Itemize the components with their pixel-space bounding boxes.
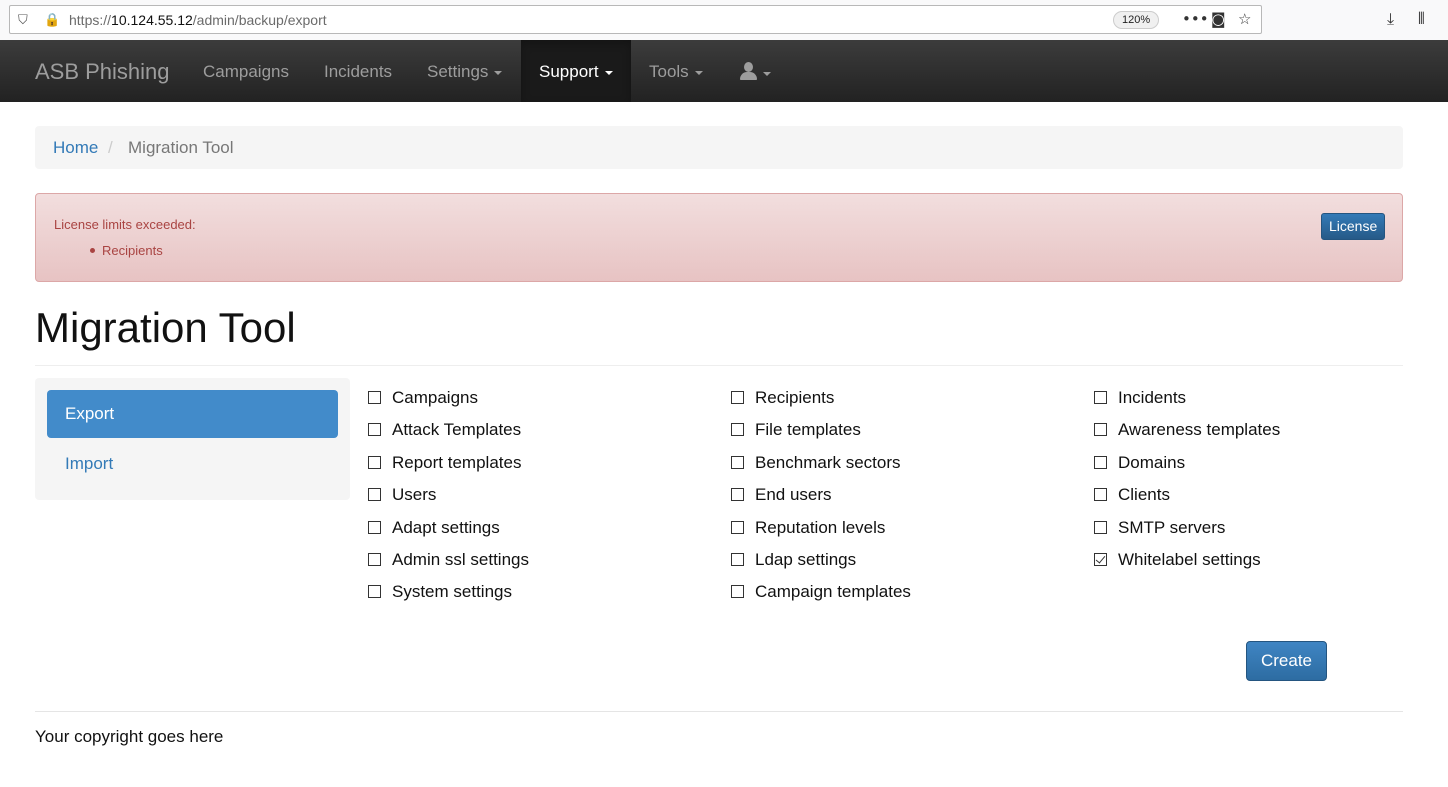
page-title: Migration Tool [35,304,296,351]
tab-import[interactable]: Import [47,440,338,488]
checkbox[interactable] [731,391,744,404]
checkbox[interactable] [1094,456,1107,469]
checkbox[interactable] [731,521,744,534]
checkbox[interactable] [1094,488,1107,501]
main-navbar: ASB Phishing Campaigns Incidents Setting… [0,40,1448,102]
breadcrumb-home-link[interactable]: Home [53,138,98,158]
alert-list: Recipients [90,243,163,258]
brand-logo[interactable]: ASB Phishing [35,59,170,85]
address-bar[interactable]: ⛉ 🔒 https://10.124.55.12/admin/backup/ex… [9,5,1262,34]
alert-title: License limits exceeded: [54,217,196,232]
footer-copyright: Your copyright goes here [35,727,224,746]
checkbox[interactable] [731,553,744,566]
checkbox[interactable] [368,391,381,404]
nav-support-dropdown[interactable]: Support [521,40,631,102]
download-icon[interactable]: ⤓ [1387,9,1394,29]
caret-down-icon [604,70,613,75]
caret-down-icon [494,70,503,75]
lock-warning-icon[interactable]: 🔒 [44,13,60,28]
checkbox[interactable] [368,456,381,469]
shield-icon[interactable]: ⛉ [18,13,28,28]
library-icon[interactable]: ⫴ [1418,9,1425,29]
create-button[interactable]: Create [1246,641,1327,681]
bookmark-star-icon[interactable]: ☆ [1238,10,1251,28]
zoom-level[interactable]: 120% [1113,11,1160,29]
caret-down-icon [763,71,771,76]
checkbox[interactable] [1094,423,1107,436]
divider [35,365,1403,366]
side-tabs: Export Import [35,378,350,500]
license-button[interactable]: License [1321,213,1386,240]
checkbox[interactable] [731,423,744,436]
user-icon [739,62,757,80]
checkbox[interactable] [731,488,744,501]
checkbox[interactable] [368,488,381,501]
checkbox[interactable] [1094,391,1107,404]
pocket-icon[interactable]: ◙ [1211,10,1226,28]
license-alert: License limits exceeded: Recipients Lice… [35,193,1403,282]
nav-settings-dropdown[interactable]: Settings [409,40,520,102]
checkbox[interactable] [368,423,381,436]
checkbox[interactable] [368,585,381,598]
checkbox[interactable] [1094,521,1107,534]
checkbox[interactable] [731,456,744,469]
breadcrumb: Home / Migration Tool [35,126,1403,169]
checkbox-checked[interactable] [1094,553,1107,566]
checkbox[interactable] [368,521,381,534]
checkbox[interactable] [368,553,381,566]
nav-tools-dropdown[interactable]: Tools [631,40,721,102]
alert-list-item: Recipients [102,243,163,258]
browser-toolbar: ⛉ 🔒 https://10.124.55.12/admin/backup/ex… [0,0,1448,40]
breadcrumb-current: Migration Tool [128,138,234,157]
caret-down-icon [694,70,703,75]
bullet-icon [90,248,95,253]
checkbox[interactable] [731,585,744,598]
nav-campaigns[interactable]: Campaigns [185,40,307,102]
footer-divider [35,711,1403,712]
nav-incidents[interactable]: Incidents [306,40,410,102]
tab-export[interactable]: Export [47,390,338,438]
url-text[interactable]: https://10.124.55.12/admin/backup/export [69,12,327,28]
nav-user-dropdown[interactable] [721,40,789,102]
breadcrumb-separator: / [108,138,113,157]
more-icon[interactable]: ••• [1182,10,1209,28]
